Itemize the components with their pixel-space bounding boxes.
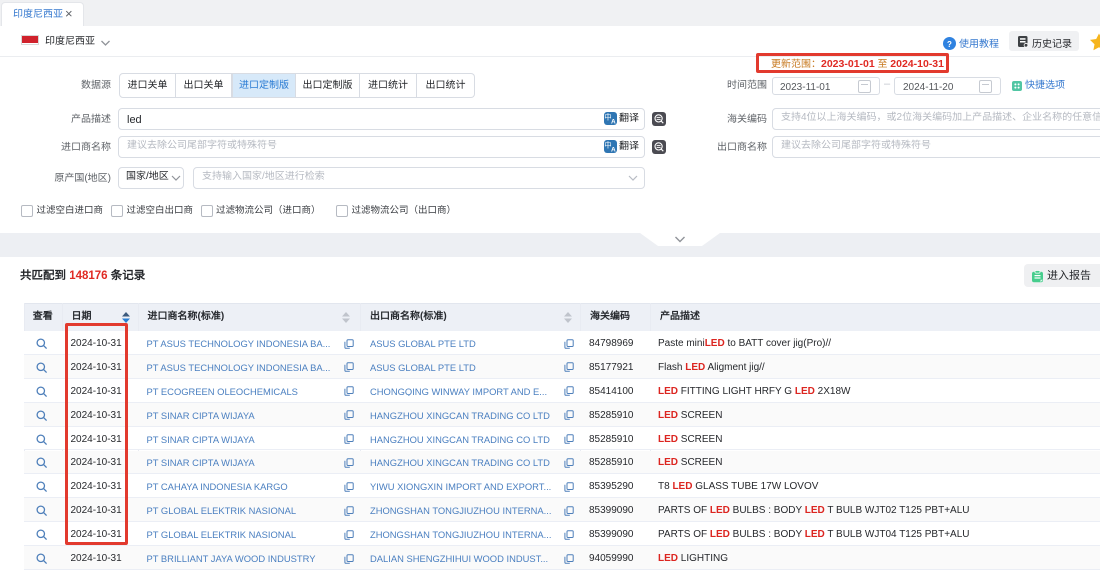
svg-text:?: ? bbox=[947, 40, 952, 49]
svg-text:A: A bbox=[611, 147, 616, 154]
svg-text:A: A bbox=[611, 119, 616, 126]
